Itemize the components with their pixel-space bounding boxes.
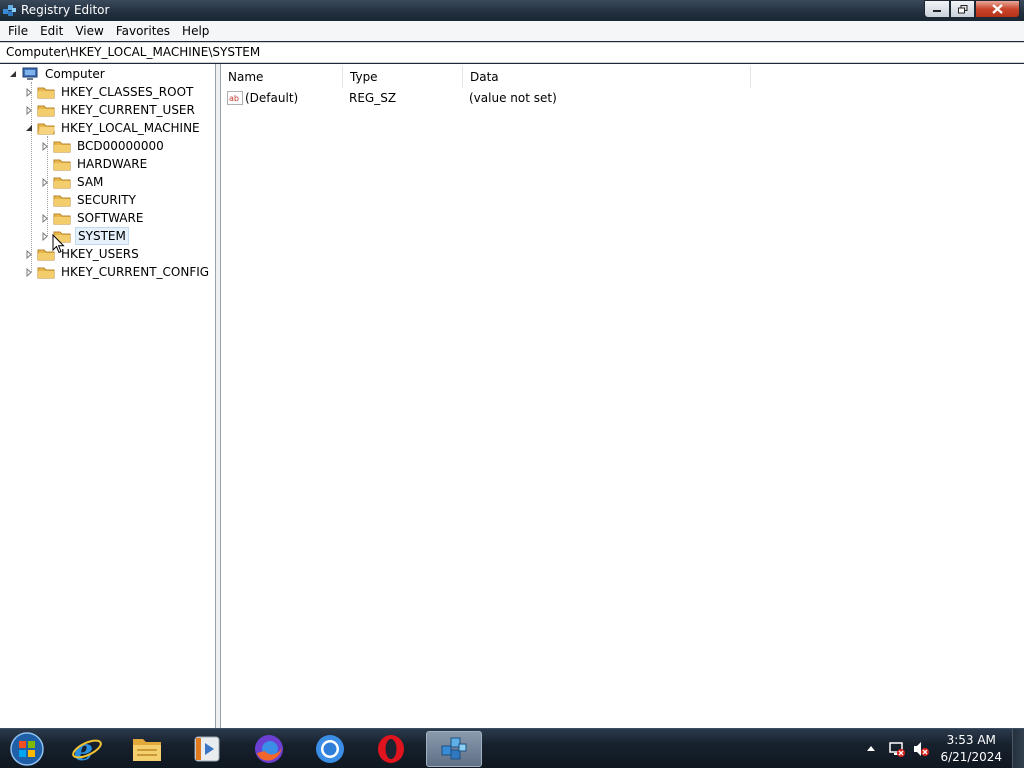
window-title: Registry Editor	[21, 3, 110, 17]
collapsed-arrow-icon[interactable]	[24, 263, 34, 281]
folder-icon	[53, 177, 71, 189]
folder-icon	[53, 213, 71, 225]
tree-item-label: SAM	[77, 175, 104, 189]
tree-item-hkey-current-config[interactable]: HKEY_CURRENT_CONFIG	[24, 263, 211, 281]
chrome-icon	[316, 735, 344, 763]
tree-item-computer[interactable]: Computer	[8, 65, 107, 83]
menu-help[interactable]: Help	[176, 21, 215, 41]
address-bar[interactable]: Computer\HKEY_LOCAL_MACHINE\SYSTEM	[0, 42, 1024, 63]
folder-icon	[37, 105, 55, 117]
column-header-data[interactable]: Data	[463, 66, 751, 88]
close-icon	[992, 4, 1003, 14]
tree-item-label: Computer	[45, 67, 105, 81]
tree-item-hkey-classes-root[interactable]: HKEY_CLASSES_ROOT	[24, 83, 195, 101]
internet-explorer-icon: e	[72, 733, 102, 765]
tree-item-label: HKEY_LOCAL_MACHINE	[61, 121, 200, 135]
taskbar-firefox[interactable]	[244, 731, 294, 767]
folder-icon	[37, 87, 55, 99]
title-bar: Registry Editor	[0, 0, 1024, 21]
file-explorer-icon	[133, 739, 161, 761]
tree-item-label: HKEY_CURRENT_CONFIG	[61, 265, 210, 279]
column-header-type[interactable]: Type	[343, 66, 463, 88]
computer-icon	[22, 67, 38, 80]
taskbar-registry-editor[interactable]	[426, 731, 482, 767]
folder-icon	[53, 159, 71, 171]
menu-file[interactable]: File	[2, 21, 34, 41]
opera-icon	[378, 735, 404, 763]
taskbar-chrome[interactable]	[305, 731, 355, 767]
regedit-icon	[3, 5, 16, 16]
collapsed-arrow-icon[interactable]	[24, 245, 34, 263]
string-value-icon: ab	[227, 91, 243, 105]
clock-time: 3:53 AM	[946, 733, 996, 747]
tree-item-hkey-current-user[interactable]: HKEY_CURRENT_USER	[24, 101, 197, 119]
tree-item-hkey-local-machine[interactable]: HKEY_LOCAL_MACHINE	[24, 119, 202, 137]
minimize-button[interactable]	[924, 0, 950, 18]
tree-item-label: HKEY_USERS	[61, 247, 139, 261]
tree-item-software[interactable]: SOFTWARE	[40, 209, 145, 227]
folder-icon	[53, 195, 71, 207]
menu-view[interactable]: View	[69, 21, 109, 41]
media-player-icon	[194, 736, 220, 762]
collapsed-arrow-icon[interactable]	[24, 83, 34, 101]
menu-edit[interactable]: Edit	[34, 21, 69, 41]
tree-item-label: BCD00000000	[77, 139, 164, 153]
collapsed-arrow-icon[interactable]	[40, 173, 50, 191]
show-desktop-button[interactable]	[1012, 729, 1024, 768]
folder-icon	[53, 141, 71, 153]
collapsed-arrow-icon[interactable]	[24, 101, 34, 119]
tree-item-label: HARDWARE	[77, 157, 148, 171]
tree-item-label-selected: SYSTEM	[75, 227, 129, 245]
menu-favorites[interactable]: Favorites	[110, 21, 176, 41]
taskbar: e 3:53 AM 6/21/2024	[0, 728, 1024, 768]
value-data: (value not set)	[469, 91, 557, 105]
collapsed-arrow-icon[interactable]	[40, 209, 50, 227]
tree-item-hkey-users[interactable]: HKEY_USERS	[24, 245, 141, 263]
list-header: Name Type Data	[221, 66, 1021, 88]
mouse-cursor-icon	[52, 234, 65, 254]
restore-icon	[957, 4, 967, 13]
value-name: (Default)	[245, 91, 299, 105]
start-button[interactable]	[2, 731, 52, 767]
tree-item-security[interactable]: SECURITY	[40, 191, 138, 209]
folder-open-icon	[37, 123, 55, 135]
close-button[interactable]	[975, 0, 1020, 18]
network-disconnected-icon[interactable]	[888, 740, 906, 758]
firefox-icon	[255, 735, 283, 763]
clock-date: 6/21/2024	[940, 750, 1002, 764]
tree-item-bcd00000000[interactable]: BCD00000000	[40, 137, 166, 155]
tree-item-hardware[interactable]: HARDWARE	[40, 155, 149, 173]
taskbar-media-player[interactable]	[182, 731, 232, 767]
taskbar-opera[interactable]	[366, 731, 416, 767]
list-item[interactable]: ab (Default) REG_SZ (value not set)	[227, 89, 557, 107]
menu-bar: File Edit View Favorites Help	[0, 21, 1024, 41]
tree-item-label: HKEY_CURRENT_USER	[61, 103, 195, 117]
system-clock[interactable]: 3:53 AM 6/21/2024	[940, 732, 1002, 766]
values-list[interactable]: Name Type Data ab (Default) REG_SZ (valu…	[220, 64, 1024, 728]
tree-item-label: SOFTWARE	[77, 211, 144, 225]
regedit-icon	[441, 737, 467, 760]
collapsed-arrow-icon[interactable]	[40, 137, 50, 155]
speaker-muted-icon[interactable]	[912, 740, 930, 758]
taskbar-file-explorer[interactable]	[122, 731, 172, 767]
tree-item-label: HKEY_CLASSES_ROOT	[61, 85, 194, 99]
folder-icon	[37, 267, 55, 279]
start-orb-icon	[10, 732, 44, 766]
svg-text:ab: ab	[229, 94, 239, 103]
collapsed-arrow-icon[interactable]	[40, 227, 50, 245]
expanded-arrow-icon[interactable]	[8, 65, 18, 83]
tree-item-label: SECURITY	[77, 193, 136, 207]
value-type: REG_SZ	[349, 91, 397, 105]
tree-item-sam[interactable]: SAM	[40, 173, 105, 191]
restore-button[interactable]	[950, 0, 975, 18]
column-header-name[interactable]: Name	[221, 66, 343, 88]
registry-tree[interactable]: Computer HKEY_CLASSES_ROOT HKEY_CURRENT_…	[0, 64, 216, 728]
taskbar-internet-explorer[interactable]: e	[62, 731, 112, 767]
minimize-icon	[933, 10, 941, 12]
expanded-arrow-icon[interactable]	[24, 119, 34, 137]
show-hidden-icons-icon[interactable]	[866, 744, 876, 752]
